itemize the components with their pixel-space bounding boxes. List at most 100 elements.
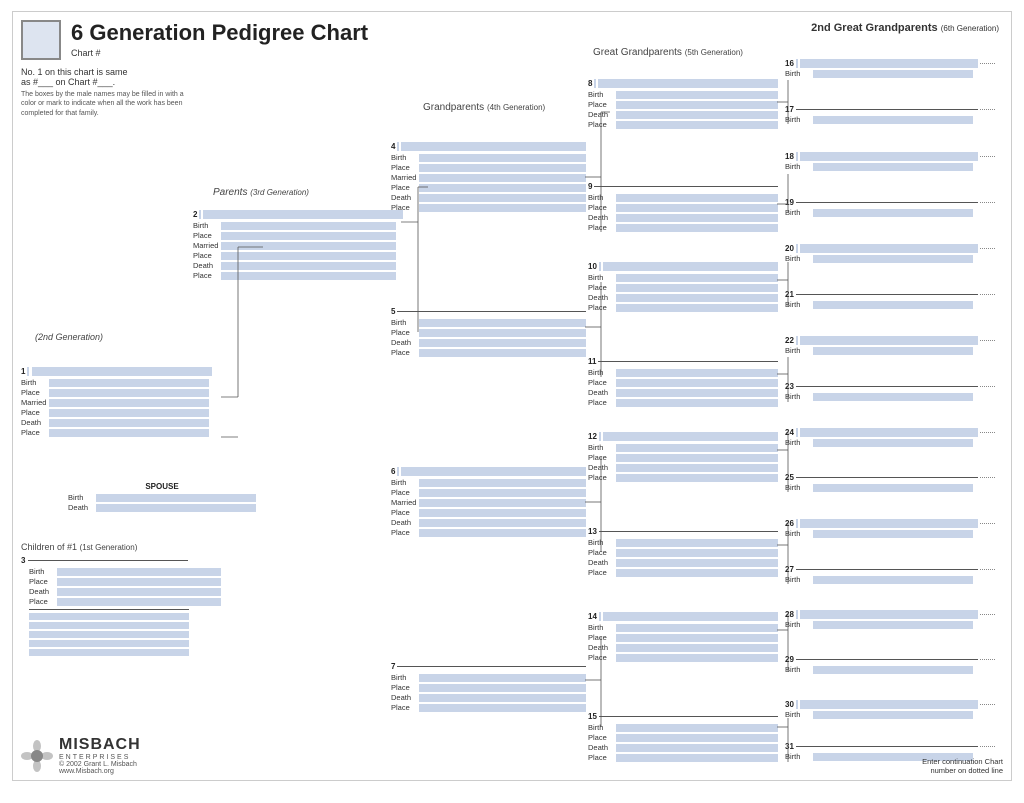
no1-text: No. 1 on this chart is same [21, 67, 186, 77]
child-bar-2 [29, 622, 189, 629]
person-26-block: 26 Birth [785, 519, 995, 539]
p20-num: 20 [785, 244, 794, 253]
person-1-block: 1 Birth Place Married Place Death Place [21, 367, 221, 438]
person-14-block: 14 Birth Place Death Place [588, 612, 778, 663]
p3-num: 3 [21, 556, 25, 565]
gen2-label: 2nd Great Grandparents (6th Generation) [811, 22, 999, 34]
website: www.Misbach.org [59, 768, 141, 775]
p25-num: 25 [785, 473, 794, 482]
continuation-line2: number on dotted line [922, 766, 1003, 775]
page: 6 Generation Pedigree Chart Chart # 2nd … [12, 11, 1012, 781]
person-7-block: 7 Birth Place Death Place [391, 662, 586, 713]
p10-num: 10 [588, 262, 597, 271]
spouse-death-line: Death [68, 503, 256, 512]
p1-place-label: Place [21, 388, 49, 397]
spouse-death-label: Death [68, 503, 96, 512]
p1-death-line: Death [21, 418, 221, 427]
logo-icon [21, 740, 53, 772]
child-separator-1 [29, 609, 189, 610]
person-10-block: 10 Birth Place Death Place [588, 262, 778, 313]
grandparents-label: Grandparents (4th Generation) [423, 102, 545, 113]
person-4-block: 4 Birth Place Married Place Death Place [391, 142, 586, 213]
p17-num: 17 [785, 105, 794, 114]
logo-text: MISBACH ENTERPRISES © 2002 Grant L. Misb… [59, 736, 141, 775]
p6-num: 6 [391, 467, 395, 476]
p12-num: 12 [588, 432, 597, 441]
person-22-block: 22 Birth [785, 336, 995, 356]
p30-num: 30 [785, 700, 794, 709]
chart-num: Chart # [71, 48, 1003, 58]
person-17-block: 17 Birth [785, 105, 995, 125]
c3-place: Place [29, 577, 221, 586]
child-bar-5 [29, 649, 189, 656]
p27-num: 27 [785, 565, 794, 574]
footer: MISBACH ENTERPRISES © 2002 Grant L. Misb… [21, 736, 1003, 775]
p7-num: 7 [391, 662, 395, 671]
p1-birth-label: Birth [21, 378, 49, 387]
instructions-block: No. 1 on this chart is same as #___ on C… [21, 67, 186, 118]
parents-label: Parents (3rd Generation) [213, 187, 309, 198]
spouse-birth-line: Birth [68, 493, 256, 502]
person-13-block: 13 Birth Place Death Place [588, 527, 778, 578]
person-20-block: 20 Birth [785, 244, 995, 264]
continuation-note: Enter continuation Chart number on dotte… [922, 757, 1003, 775]
p1-mplace-line: Place [21, 408, 221, 417]
person-9-block: 9 Birth Place Death Place [588, 182, 778, 233]
children-label: Children of #1 (1st Generation) [21, 542, 221, 552]
p1-dplace-line: Place [21, 428, 221, 437]
p22-num: 22 [785, 336, 794, 345]
p1-married-line: Married [21, 398, 221, 407]
p23-num: 23 [785, 382, 794, 391]
child-bar-3 [29, 631, 189, 638]
p8-num: 8 [588, 79, 592, 88]
person-27-block: 27 Birth [785, 565, 995, 585]
person-6-block: 6 Birth Place Married Place Death Place [391, 467, 586, 538]
p9-num: 9 [588, 182, 592, 191]
p1-num: 1 [21, 367, 25, 376]
person-25-block: 25 Birth [785, 473, 995, 493]
child-bar-1 [29, 613, 189, 620]
p24-num: 24 [785, 428, 794, 437]
p1-death-label: Death [21, 418, 49, 427]
misbach-logo: MISBACH [59, 736, 141, 754]
person-28-block: 28 Birth [785, 610, 995, 630]
person-5-block: 5 Birth Place Death Place [391, 307, 586, 358]
child-bar-4 [29, 640, 189, 647]
p1-mplace-label: Place [21, 408, 49, 417]
p13-num: 13 [588, 527, 597, 536]
p18-num: 18 [785, 152, 794, 161]
person-21-block: 21 Birth [785, 290, 995, 310]
person-8-block: 8 Birth Place Death Place [588, 79, 778, 130]
children-block: Children of #1 (1st Generation) 3 Birth … [21, 542, 221, 658]
person-16-block: 16 Birth [785, 59, 995, 79]
logo-area: MISBACH ENTERPRISES © 2002 Grant L. Misb… [21, 736, 141, 775]
instructions-text: The boxes by the male names may be fille… [21, 90, 186, 118]
person-30-block: 30 Birth [785, 700, 995, 720]
c3-death: Death [29, 587, 221, 596]
p1-birth-line: Birth [21, 378, 221, 387]
p21-num: 21 [785, 290, 794, 299]
c3-dplace: Place [29, 597, 221, 606]
person-12-block: 12 Birth Place Death Place [588, 432, 778, 483]
person-2-block: 2 Birth Place Married Place Death Place [193, 210, 403, 281]
spouse-block: SPOUSE Birth Death [68, 482, 256, 513]
person-18-block: 18 Birth [785, 152, 995, 172]
enterprises-label: ENTERPRISES [59, 754, 141, 761]
spouse-birth-label: Birth [68, 493, 96, 502]
person-11-block: 11 Birth Place Death Place [588, 357, 778, 408]
great-grandparents-label: Great Grandparents (5th Generation) [593, 47, 743, 58]
person-19-block: 19 Birth [785, 198, 995, 218]
chart-icon [21, 20, 61, 60]
children-list: Birth Place Death Place [29, 567, 221, 656]
p11-num: 11 [588, 357, 596, 366]
no1-text2: as #___ on Chart #___. [21, 77, 186, 87]
gen2nd-label: (2nd Generation) [35, 332, 103, 342]
p5-num: 5 [391, 307, 395, 316]
spouse-label: SPOUSE [68, 482, 256, 491]
p1-place-line: Place [21, 388, 221, 397]
gen-labels: 2nd Great Grandparents (6th Generation) [811, 22, 999, 34]
p29-num: 29 [785, 655, 794, 664]
p1-married-label: Married [21, 398, 49, 407]
p15-num: 15 [588, 712, 597, 721]
continuation-line1: Enter continuation Chart [922, 757, 1003, 766]
